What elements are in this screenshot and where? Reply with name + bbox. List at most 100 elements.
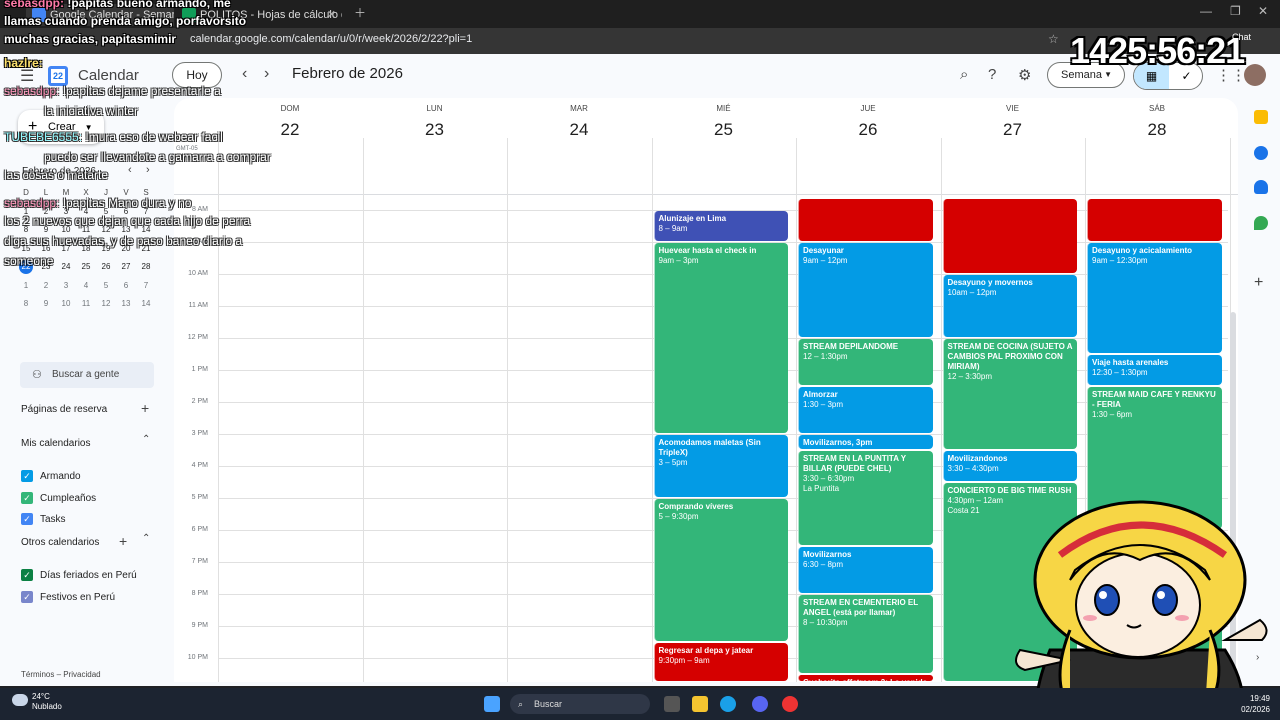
other-calendars-heading[interactable]: Otros calendarios xyxy=(21,537,99,548)
url-field[interactable]: calendar.google.com/calendar/u/0/r/week/… xyxy=(190,33,472,45)
calendar-event[interactable]: Comprando víveres 5 – 9:30pm xyxy=(653,499,788,641)
mini-day[interactable]: 5 xyxy=(96,277,116,296)
calendar-event[interactable]: Movilizarnos 6:30 – 8pm xyxy=(798,547,933,593)
calendar-event[interactable] xyxy=(798,199,933,241)
calendar-checkbox-item[interactable]: ✓ Días feriados en Perú xyxy=(21,569,137,583)
add-addon-icon[interactable]: + xyxy=(1254,274,1263,292)
mini-prev-icon[interactable]: ‹ xyxy=(128,164,132,176)
checkbox-checked-icon[interactable]: ✓ xyxy=(21,491,33,504)
settings-gear-icon[interactable]: ⚙ xyxy=(1018,66,1031,84)
calendar-event[interactable]: Huevear hasta el check in 9am – 3pm xyxy=(653,243,788,433)
previous-week-icon[interactable]: ‹ xyxy=(242,65,247,83)
chrome-icon[interactable] xyxy=(782,696,798,712)
calendar-event[interactable]: Desayuno y acicalamiento 9am – 12:30pm xyxy=(1087,243,1222,353)
my-calendars-heading[interactable]: Mis calendarios xyxy=(21,438,90,449)
calendar-event[interactable]: STREAM DE COCINA (SUJETO A CAMBIOS PAL P… xyxy=(942,339,1077,449)
start-windows-icon[interactable] xyxy=(484,696,500,712)
mini-day[interactable]: 9 xyxy=(36,295,56,314)
calendar-checkbox-item[interactable]: ✓ Tasks xyxy=(21,513,66,527)
mini-next-icon[interactable]: › xyxy=(146,164,150,176)
search-icon[interactable]: ⌕ xyxy=(960,66,968,83)
checkbox-checked-icon[interactable]: ✓ xyxy=(21,470,33,482)
day-number[interactable]: 28 xyxy=(1085,120,1229,140)
close-window-icon[interactable]: ✕ xyxy=(1258,4,1268,18)
calendar-event[interactable]: Viaje hasta arenales 12:30 – 1:30pm xyxy=(1087,355,1222,385)
add-calendar-icon[interactable]: + xyxy=(119,533,127,549)
calendar-checkbox-item[interactable]: ✓ Armando xyxy=(21,470,81,484)
calendar-event[interactable]: Cucharita offstream 2: La venida10:30pm … xyxy=(798,675,933,681)
contacts-icon[interactable] xyxy=(1254,180,1268,194)
calendar-event[interactable]: Almorzar 1:30 – 3pm xyxy=(798,387,933,433)
mini-day[interactable]: 3 xyxy=(56,277,76,296)
mini-day[interactable]: 6 xyxy=(116,277,136,296)
mini-day[interactable]: 13 xyxy=(116,295,136,314)
calendar-event[interactable]: Acomodamos maletas (Sin TripleX) 3 – 5pm xyxy=(653,435,788,497)
mini-day[interactable]: 7 xyxy=(136,277,156,296)
calendar-event[interactable]: Regresar al depa y jatear 9:30pm – 9am xyxy=(653,643,788,681)
mini-day[interactable]: 27 xyxy=(116,258,136,277)
day-header[interactable]: MIÉ 25 xyxy=(652,104,796,140)
mini-day[interactable]: 24 xyxy=(56,258,76,277)
calendar-event[interactable]: STREAM DEPILANDOME 12 – 1:30pm xyxy=(798,339,933,385)
task-view-icon[interactable] xyxy=(664,696,680,712)
mini-day[interactable]: 12 xyxy=(96,295,116,314)
day-header[interactable]: DOM 22 xyxy=(218,104,362,140)
calendar-checkbox-item[interactable]: ✓ Cumpleaños xyxy=(21,491,96,506)
taskbar-search[interactable]: ⌕ Buscar xyxy=(510,694,650,714)
calendar-event[interactable]: STREAM EN LA PUNTITA Y BILLAR (PUEDE CHE… xyxy=(798,451,933,545)
mini-day[interactable]: 14 xyxy=(136,295,156,314)
tasks-icon[interactable] xyxy=(1254,146,1268,160)
next-week-icon[interactable]: › xyxy=(264,65,269,83)
day-header[interactable]: SÁB 28 xyxy=(1085,104,1229,140)
bookmark-star-icon[interactable]: ☆ xyxy=(1048,32,1059,46)
system-clock[interactable]: 19:49 02/2026 xyxy=(1240,693,1270,715)
calendar-event[interactable] xyxy=(1087,199,1222,241)
day-header[interactable]: LUN 23 xyxy=(363,104,507,140)
day-number[interactable]: 25 xyxy=(652,120,796,140)
maps-icon[interactable] xyxy=(1254,216,1268,230)
minimize-icon[interactable]: — xyxy=(1200,4,1212,18)
weather-widget[interactable]: 24°C Nublado xyxy=(12,692,62,712)
calendar-checkbox-item[interactable]: ✓ Festivos en Perú xyxy=(21,590,115,605)
mini-day[interactable]: 28 xyxy=(136,258,156,277)
chevron-up-icon[interactable]: ⌃ xyxy=(142,434,150,445)
new-tab-icon[interactable]: ＋ xyxy=(354,4,366,21)
calendar-event[interactable]: Desayuno y movernos 10am – 12pm xyxy=(942,275,1077,337)
search-people-input[interactable]: ⚇ Buscar a gente xyxy=(20,362,154,388)
calendar-event[interactable]: Movilizarnos, 3pm xyxy=(798,435,933,449)
mini-day[interactable]: 2 xyxy=(36,277,56,296)
edge-icon[interactable] xyxy=(720,696,736,712)
file-explorer-icon[interactable] xyxy=(692,696,708,712)
help-icon[interactable]: ? xyxy=(988,66,996,83)
day-number[interactable]: 24 xyxy=(507,120,651,140)
add-booking-page-icon[interactable]: + xyxy=(141,400,149,416)
day-header[interactable]: JUE 26 xyxy=(796,104,940,140)
chevron-up-icon[interactable]: ⌃ xyxy=(142,533,150,544)
mini-day[interactable]: 11 xyxy=(76,295,96,314)
day-number[interactable]: 26 xyxy=(796,120,940,140)
avatar[interactable] xyxy=(1244,64,1266,86)
close-tab-icon[interactable]: ✕ xyxy=(327,4,336,26)
mini-day[interactable]: 25 xyxy=(76,258,96,277)
calendar-event[interactable]: STREAM EN CEMENTERIO EL ANGEL (está por … xyxy=(798,595,933,673)
calendar-event[interactable] xyxy=(942,199,1077,273)
keep-icon[interactable] xyxy=(1254,110,1268,124)
mini-day[interactable]: 4 xyxy=(76,277,96,296)
calendar-event[interactable]: Movilizandonos 3:30 – 4:30pm xyxy=(942,451,1077,481)
day-header[interactable]: MAR 24 xyxy=(507,104,651,140)
checkbox-checked-icon[interactable]: ✓ xyxy=(21,590,33,603)
checkbox-checked-icon[interactable]: ✓ xyxy=(21,569,33,581)
mini-day[interactable]: 10 xyxy=(56,295,76,314)
mini-day[interactable]: 1 xyxy=(16,277,36,296)
discord-icon[interactable] xyxy=(752,696,768,712)
day-number[interactable]: 27 xyxy=(941,120,1085,140)
mini-day[interactable]: 26 xyxy=(96,258,116,277)
terms-link[interactable]: Términos – Privacidad xyxy=(21,670,101,679)
day-number[interactable]: 22 xyxy=(218,120,362,140)
checkbox-checked-icon[interactable]: ✓ xyxy=(21,513,33,525)
calendar-event[interactable]: Alunizaje en Lima 8 – 9am xyxy=(653,211,788,241)
maximize-icon[interactable]: ❐ xyxy=(1230,4,1241,18)
day-number[interactable]: 23 xyxy=(363,120,507,140)
day-header[interactable]: VIE 27 xyxy=(941,104,1085,140)
calendar-event[interactable]: Desayunar 9am – 12pm xyxy=(798,243,933,337)
